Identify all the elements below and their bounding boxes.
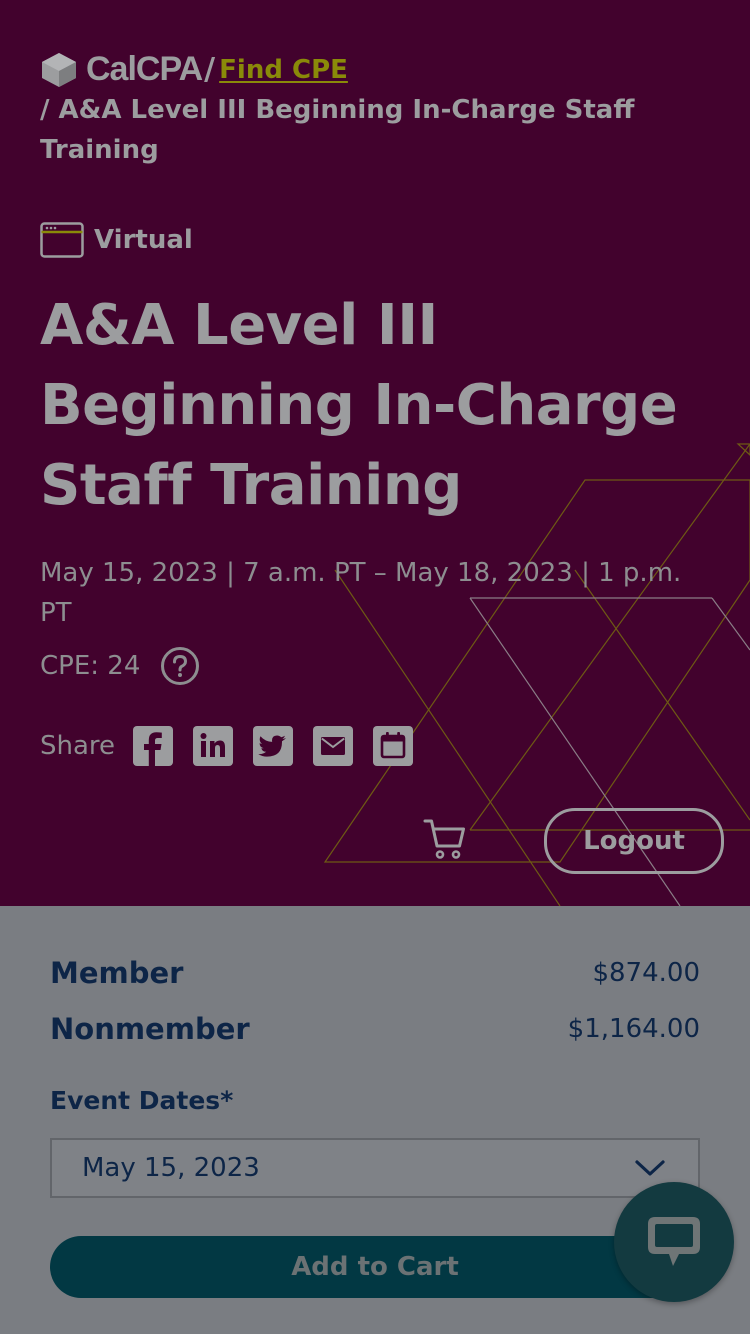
event-hero: CalCPA / Find CPE / A&A Level III Beginn… bbox=[0, 0, 750, 906]
facebook-icon[interactable] bbox=[133, 726, 174, 766]
nonmember-label: Nonmember bbox=[50, 1012, 250, 1046]
calcpa-logo-text[interactable]: CalCPA bbox=[86, 50, 203, 89]
cpe-credits: CPE: 24 bbox=[40, 646, 200, 686]
linkedin-icon[interactable] bbox=[193, 726, 234, 766]
member-price: $874.00 bbox=[592, 958, 700, 988]
twitter-icon[interactable] bbox=[253, 726, 294, 766]
share-bar: Share bbox=[40, 726, 433, 766]
member-price-row: Member $874.00 bbox=[50, 956, 700, 990]
event-dates-label: Event Dates* bbox=[50, 1086, 234, 1115]
cpe-credits-text: CPE: 24 bbox=[40, 651, 141, 681]
event-date-selected-value: May 15, 2023 bbox=[82, 1153, 260, 1183]
calendar-icon[interactable] bbox=[373, 726, 414, 766]
chat-launcher-button[interactable] bbox=[614, 1182, 734, 1302]
logout-button[interactable]: Logout bbox=[544, 808, 724, 874]
breadcrumb-link-find-cpe[interactable]: Find CPE bbox=[219, 55, 348, 85]
email-icon[interactable] bbox=[313, 726, 354, 766]
cart-icon[interactable] bbox=[422, 816, 468, 862]
chat-bubble-icon bbox=[648, 1217, 700, 1266]
event-dates: May 15, 2023 | 7 a.m. PT – May 18, 2023 … bbox=[40, 558, 682, 628]
browser-window-icon bbox=[40, 222, 84, 258]
help-question-icon[interactable] bbox=[160, 646, 200, 686]
member-label: Member bbox=[50, 956, 184, 990]
nonmember-price-row: Nonmember $1,164.00 bbox=[50, 1012, 700, 1046]
breadcrumb-current-page: / A&A Level III Beginning In-Charge Staf… bbox=[40, 95, 635, 165]
chevron-down-icon bbox=[635, 1160, 665, 1176]
calcpa-logo-icon[interactable] bbox=[40, 51, 78, 89]
event-format: Virtual bbox=[40, 222, 193, 258]
event-date-select[interactable]: May 15, 2023 bbox=[50, 1138, 700, 1198]
nonmember-price: $1,164.00 bbox=[567, 1014, 700, 1044]
breadcrumb: CalCPA / Find CPE bbox=[40, 50, 348, 89]
event-format-label: Virtual bbox=[94, 225, 193, 255]
add-to-cart-button[interactable]: Add to Cart bbox=[50, 1236, 700, 1298]
breadcrumb-separator: / bbox=[204, 52, 216, 87]
share-label: Share bbox=[40, 731, 116, 761]
event-title: A&A Level III Beginning In-Charge Staff … bbox=[40, 293, 678, 518]
